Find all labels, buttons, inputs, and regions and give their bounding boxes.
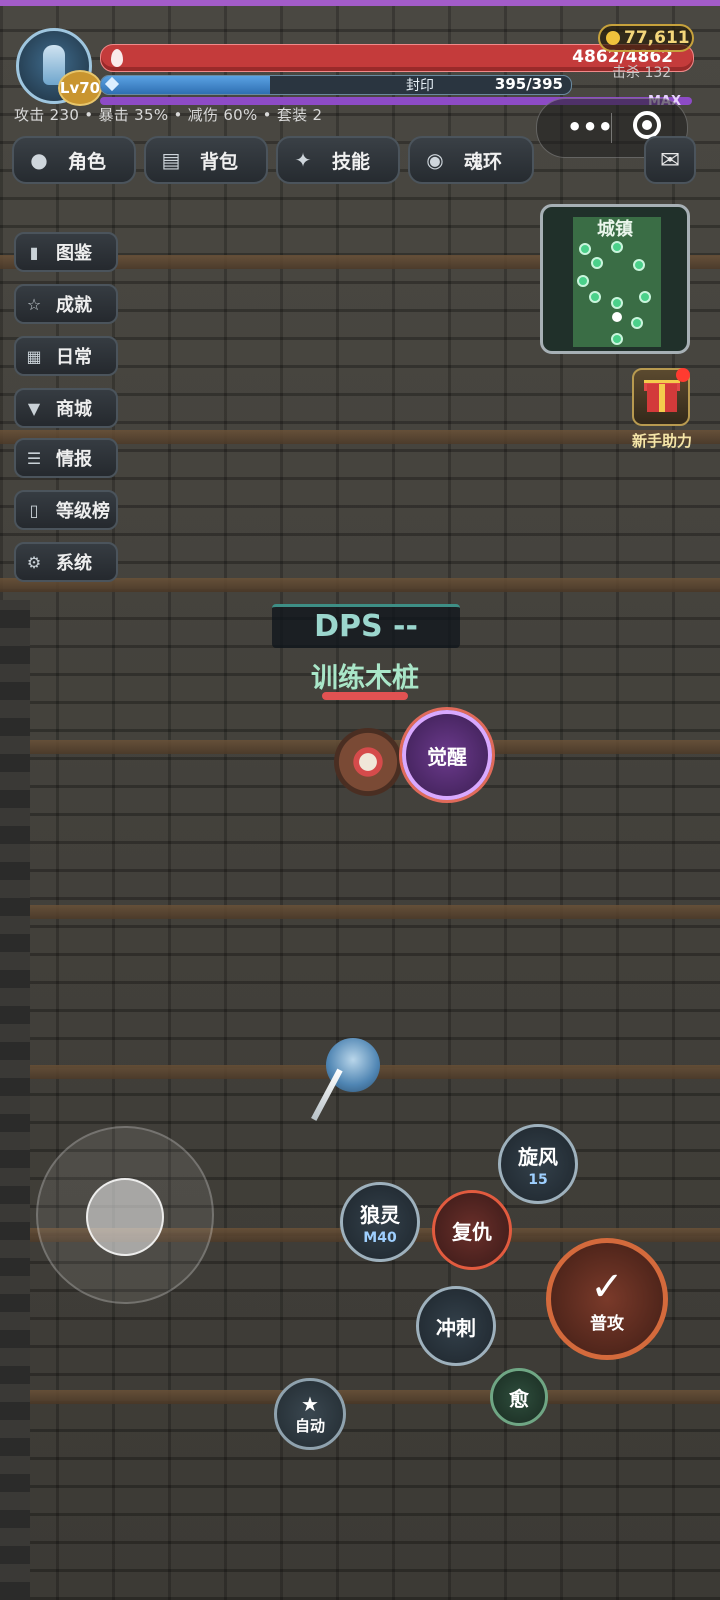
player-stats: 攻击 230 • 暴击 35% • 减伤 60% • 套装 2 (14, 106, 323, 124)
floor-band (0, 905, 720, 919)
blood-drop-icon (111, 49, 123, 67)
notification-dot (676, 368, 690, 382)
side-intel-button[interactable]: ☰ 情报 (14, 438, 118, 478)
training-dummy[interactable] (334, 728, 402, 796)
skill-name: 冲刺 (436, 1315, 476, 1340)
star-icon: ★ (301, 1391, 319, 1416)
kill-count: 击杀 132 (612, 65, 672, 81)
side-label: 系统 (56, 553, 92, 574)
floor-band (0, 1390, 720, 1404)
skill-name: 旋风 (518, 1144, 558, 1169)
top-border (0, 0, 720, 6)
gear-icon: ⚙ (26, 552, 42, 572)
minimap-title: 城镇 (597, 219, 633, 240)
mp-label: 封印 (406, 78, 434, 94)
menu-label: 角色 (68, 150, 107, 173)
coin-icon (606, 31, 620, 45)
minimap[interactable]: 城镇 (540, 204, 690, 354)
skill-dash-button[interactable]: 冲刺 (416, 1286, 496, 1366)
menu-label: 背包 (200, 150, 239, 173)
side-achievements-button[interactable]: ☆ 成就 (14, 284, 118, 324)
skill-cost: M40 (363, 1229, 397, 1246)
menu-soul-ring-button[interactable]: ◉ 魂环 (408, 136, 534, 184)
calendar-icon: ▦ (26, 346, 42, 366)
mp-bar: 封印 395/395 (100, 75, 572, 95)
mail-icon: ✉ (659, 146, 681, 174)
stone-wall (0, 600, 30, 1600)
side-label: 商城 (56, 399, 92, 420)
skill-cooldown: 15 (528, 1171, 548, 1188)
mail-button[interactable]: ✉ (644, 136, 696, 184)
side-leaderboard-button[interactable]: ▯ 等级榜 (14, 490, 118, 530)
capsule-divider (611, 113, 612, 143)
shop-icon: ▼ (27, 398, 41, 418)
minimap-player-marker (612, 312, 622, 322)
side-label: 日常 (56, 347, 92, 368)
minimap-marker (611, 297, 623, 309)
newbie-gift-button[interactable] (632, 368, 690, 426)
skill-name: 狼灵 (360, 1202, 400, 1227)
trophy-icon: ☆ (26, 294, 42, 314)
notes-icon: ☰ (26, 448, 42, 468)
side-label: 成就 (56, 295, 92, 316)
awaken-button[interactable]: 觉醒 (402, 710, 492, 800)
menu-label: 魂环 (464, 150, 503, 173)
book-icon: ▮ (29, 242, 39, 262)
minimap-marker (611, 333, 623, 345)
gold-counter: 77,611 (598, 24, 694, 52)
minimap-marker (589, 291, 601, 303)
gift-label: 新手助力 (631, 432, 692, 450)
auto-battle-button[interactable]: ★ 自动 (274, 1378, 346, 1450)
ring-icon: ◉ (426, 148, 444, 172)
mp-fill (101, 76, 271, 94)
gold-value: 77,611 (624, 28, 690, 48)
bar-chart-icon: ▯ (29, 500, 39, 520)
menu-label: 技能 (332, 150, 371, 173)
minimap-marker (611, 241, 623, 253)
skill-name: 愈 (509, 1386, 529, 1411)
skill-heal-button[interactable]: 愈 (490, 1368, 548, 1426)
attack-label: 普攻 (590, 1313, 624, 1334)
wand-icon: ✦ (294, 148, 312, 172)
mp-value: 395/395 (494, 75, 563, 93)
minimap-marker (591, 257, 603, 269)
skill-whirlwind-button[interactable]: 旋风 15 (498, 1124, 578, 1204)
skill-wolf-spirit-button[interactable]: 狼灵 M40 (340, 1182, 420, 1262)
auto-label: 自动 (294, 1416, 325, 1435)
side-label: 图鉴 (56, 243, 92, 264)
side-daily-button[interactable]: ▦ 日常 (14, 336, 118, 376)
level-badge: Lv70 (58, 70, 102, 106)
bag-icon: ▤ (161, 148, 181, 172)
side-shop-button[interactable]: ▼ 商城 (14, 388, 118, 428)
basic-attack-button[interactable]: ✓ 普攻 (546, 1238, 668, 1360)
minimap-marker (639, 291, 651, 303)
side-label: 情报 (56, 449, 92, 470)
minimap-marker (633, 259, 645, 271)
gift-ribbon (659, 384, 665, 412)
menu-character-button[interactable]: ● 角色 (12, 136, 136, 184)
skill-name: 复仇 (452, 1219, 492, 1244)
minimap-marker (631, 317, 643, 329)
minimap-marker (577, 275, 589, 287)
close-target-icon[interactable] (633, 111, 661, 139)
target-name: 训练木桩 (311, 663, 419, 694)
side-codex-button[interactable]: ▮ 图鉴 (14, 232, 118, 272)
dps-meter: DPS -- (272, 604, 460, 648)
menu-skills-button[interactable]: ✦ 技能 (276, 136, 400, 184)
minimap-marker (579, 243, 591, 255)
target-hp-bar (322, 692, 408, 700)
skill-revenge-button[interactable]: 复仇 (432, 1190, 512, 1270)
sword-slash-icon: ✓ (590, 1263, 624, 1310)
more-icon[interactable]: ••• (567, 113, 613, 141)
menu-bag-button[interactable]: ▤ 背包 (144, 136, 268, 184)
side-settings-button[interactable]: ⚙ 系统 (14, 542, 118, 582)
side-label: 等级榜 (56, 501, 110, 522)
joystick-thumb[interactable] (86, 1178, 164, 1256)
person-icon: ● (30, 148, 48, 172)
